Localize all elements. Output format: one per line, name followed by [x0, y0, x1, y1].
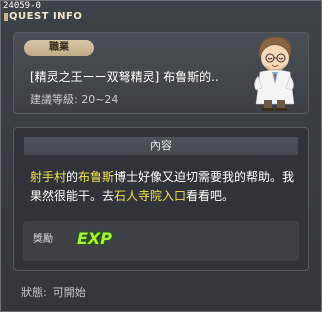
quest-status: 狀態: 可開始: [21, 286, 86, 299]
window-title: QUEST INFO: [9, 11, 83, 22]
quest-description-text: 看看吧。: [186, 189, 235, 203]
quest-id: 24059-0: [3, 1, 41, 11]
reward-label: 獎勵: [33, 234, 53, 245]
job-badge: 職業: [24, 40, 94, 56]
status-value: 可開始: [52, 286, 86, 299]
reward-box: 獎勵 EXP: [23, 221, 299, 261]
quest-level-requirement: 建議等級: 20~24: [30, 93, 119, 106]
quest-location-highlight: 石人寺院入口: [114, 189, 187, 203]
quest-name: [精灵之王ーー双弩精灵] 布鲁斯的..: [30, 70, 219, 84]
title-marker-icon: [4, 13, 8, 21]
quest-description: 射手村的布鲁斯博士好像又迫切需要我的帮助。我果然很能干。去石人寺院入口看看吧。: [30, 168, 300, 206]
quest-content-panel: 內容 射手村的布鲁斯博士好像又迫切需要我的帮助。我果然很能干。去石人寺院入口看看…: [13, 127, 309, 271]
status-label: 狀態:: [21, 286, 47, 299]
quest-place-highlight: 射手村: [30, 170, 67, 184]
content-header: 內容: [24, 137, 298, 155]
quest-description-text: 的: [66, 170, 79, 184]
quest-info-window: 24059-0 QUEST INFO 職業 [精灵之王ーー双弩精灵] 布鲁斯的.…: [0, 0, 322, 312]
exp-icon: EXP: [77, 229, 112, 248]
quest-info-panel: 職業 [精灵之王ーー双弩精灵] 布鲁斯的.. 建議等級: 20~24: [13, 32, 309, 114]
npc-portrait-icon: [254, 36, 295, 111]
quest-npc-highlight: 布鲁斯: [78, 170, 115, 184]
